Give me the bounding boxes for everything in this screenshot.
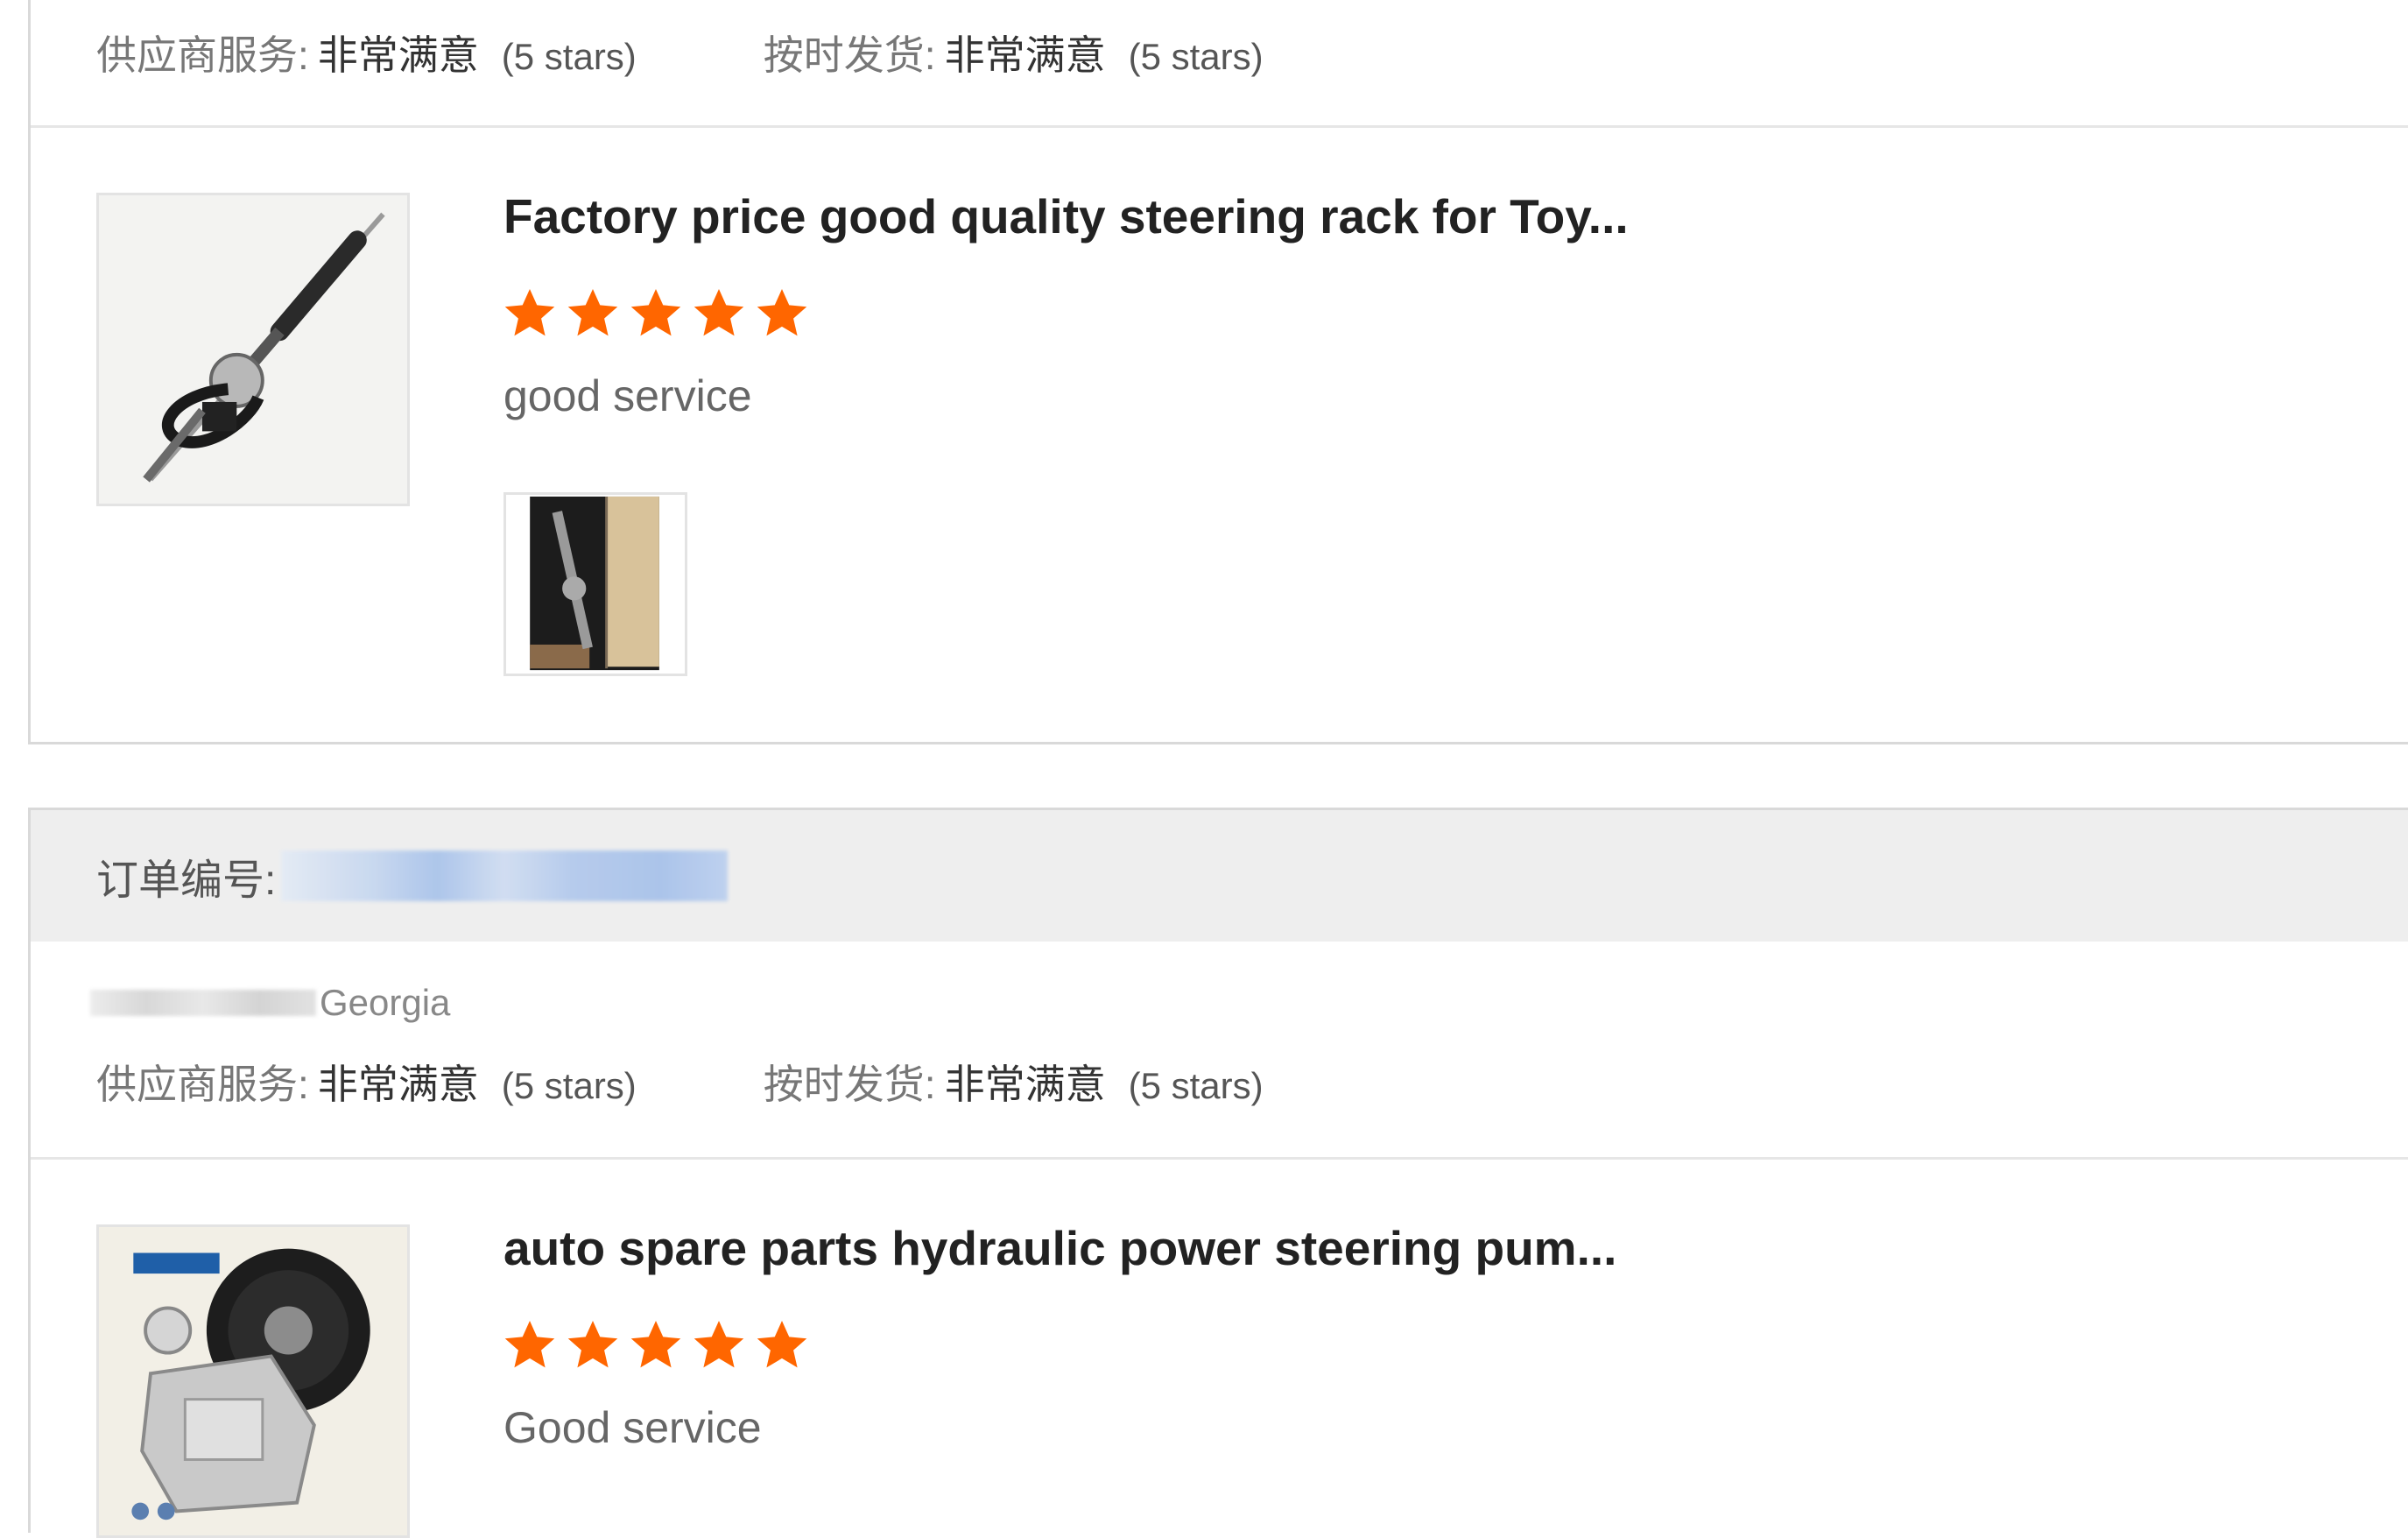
review-text: good service [503,371,752,420]
on-time-shipping-rating: 按时发货: 非常满意 (5 stars) [764,1053,1264,1111]
buyer-location-text: Georgia [320,982,451,1023]
star-icon [630,289,681,336]
product-thumbnail[interactable] [96,193,410,506]
on-time-shipping-rating: 按时发货: 非常满意 (5 stars) [764,24,1264,81]
steering-rack-image [99,195,407,504]
supplier-service-label: 供应商服务: [96,32,309,78]
product-title-link[interactable]: Factory price good quality steering rack… [503,188,1629,244]
product-title-link[interactable]: auto spare parts hydraulic power steerin… [503,1220,1616,1276]
on-time-shipping-label: 按时发货: [763,32,936,78]
supplier-service-stars: (5 stars) [501,1065,637,1106]
star-icon [504,1321,555,1368]
on-time-shipping-stars: (5 stars) [1128,36,1264,77]
supplier-service-rating: 供应商服务: 非常满意 (5 stars) [96,24,637,81]
order-header: 订单编号: [31,810,2408,942]
feedback-card: 供应商服务: 非常满意 (5 stars) 按时发货: 非常满意 (5 star… [28,0,2408,744]
divider [31,125,2408,128]
on-time-shipping-value: 非常满意 [944,32,1106,78]
product-thumbnail[interactable] [96,1224,410,1538]
review-text: Good service [503,1403,762,1452]
supplier-service-stars: (5 stars) [501,36,637,77]
star-icon [630,1321,681,1368]
product-star-rating [502,285,817,346]
star-icon [694,1321,744,1368]
ratings-row: 供应商服务: 非常满意 (5 stars) 按时发货: 非常满意 (5 star… [96,26,1264,79]
feedback-card: 订单编号: Georgia 供应商服务: 非常满意 (5 stars) 按时发货… [28,808,2408,1538]
supplier-service-value: 非常满意 [317,32,479,78]
redacted-order-number [281,850,729,901]
redacted-buyer-name [90,990,316,1016]
supplier-service-rating: 供应商服务: 非常满意 (5 stars) [96,1053,637,1111]
supplier-service-value: 非常满意 [317,1062,479,1107]
star-icon [504,289,555,336]
review-photo-package [506,495,685,674]
buyer-location: Georgia [90,978,450,1027]
supplier-service-label: 供应商服务: [96,1062,309,1107]
on-time-shipping-stars: (5 stars) [1128,1065,1264,1106]
star-icon [567,289,618,336]
star-icon [757,1321,807,1368]
divider [31,1157,2408,1160]
star-icon [694,289,744,336]
ratings-row: 供应商服务: 非常满意 (5 stars) 按时发货: 非常满意 (5 star… [96,1055,1264,1108]
star-icon [757,289,807,336]
review-photo[interactable] [503,492,687,676]
star-icon [567,1321,618,1368]
on-time-shipping-label: 按时发货: [763,1062,936,1107]
order-number-label: 订单编号: [96,857,277,904]
product-star-rating [502,1316,817,1378]
on-time-shipping-value: 非常满意 [944,1062,1106,1107]
power-steering-pump-image [99,1227,407,1535]
page-gutter [0,0,28,1533]
